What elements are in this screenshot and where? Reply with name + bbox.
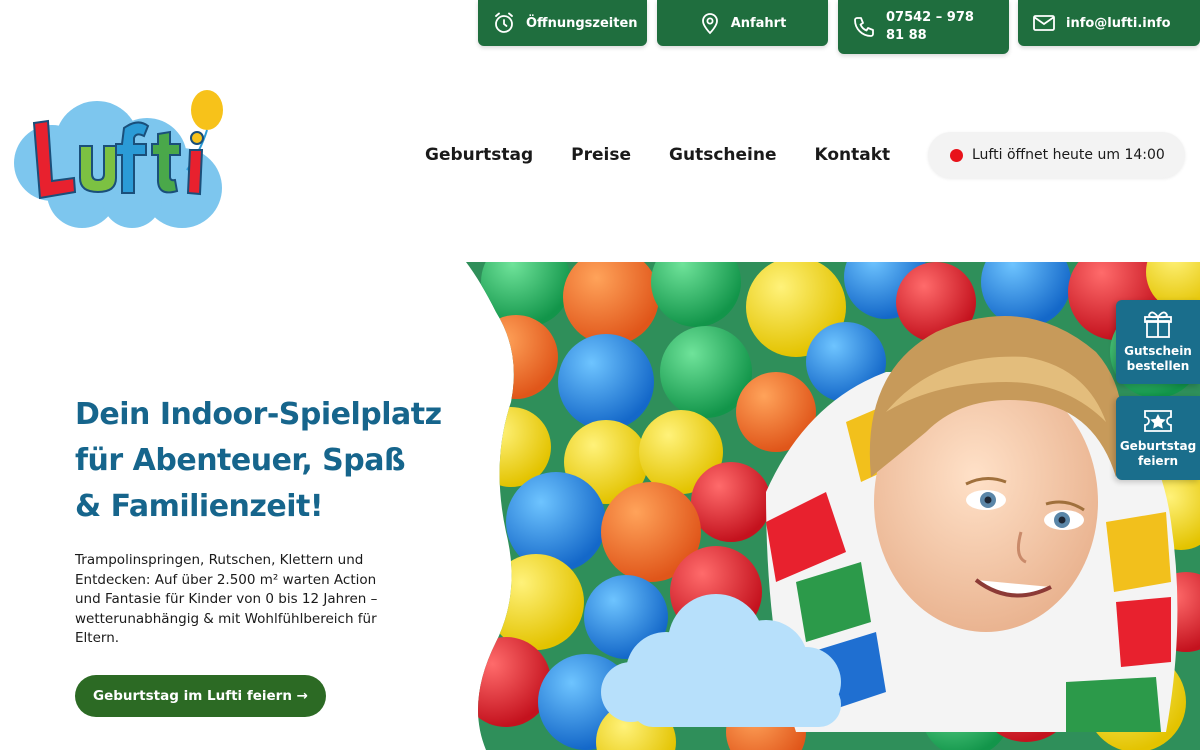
hero-headline-line-1: Dein Indoor-Spielplatz <box>75 397 442 432</box>
ticket-star-icon <box>1144 410 1172 432</box>
opening-hours-button[interactable]: Öffnungszeiten <box>478 0 647 46</box>
directions-label: Anfahrt <box>730 15 787 31</box>
phone-button[interactable]: 07542 – 978 81 88 <box>838 0 1009 54</box>
lufti-logo[interactable] <box>12 88 227 233</box>
main-navigation: Geburtstag Preise Gutscheine Kontakt <box>425 145 890 165</box>
directions-button[interactable]: Anfahrt <box>657 0 828 46</box>
order-voucher-tab[interactable]: Gutschein bestellen <box>1116 300 1200 384</box>
opening-hours-label: Öffnungszeiten <box>526 15 638 31</box>
gift-icon <box>1144 311 1172 338</box>
top-contact-bar: Öffnungszeiten Anfahrt 07542 – 978 81 88… <box>0 0 1200 60</box>
status-indicator-dot <box>950 148 963 162</box>
opening-status-badge[interactable]: Lufti öffnet heute um 14:00 <box>928 132 1185 178</box>
phone-icon <box>854 17 874 37</box>
nav-item-preise[interactable]: Preise <box>571 145 631 165</box>
envelope-icon <box>1033 15 1055 31</box>
hero-image <box>466 262 1200 750</box>
nav-item-kontakt[interactable]: Kontakt <box>815 145 891 165</box>
alarm-clock-icon <box>495 12 513 33</box>
celebrate-birthday-tab[interactable]: Geburtstag feiern <box>1116 396 1200 480</box>
location-pin-icon <box>701 13 718 35</box>
logo-graphic <box>14 90 223 228</box>
phone-label: 07542 – 978 81 88 <box>886 10 974 43</box>
hero-headline-line-3: & Familienzeit! <box>75 489 324 524</box>
ball-pit-child-photo <box>466 262 1200 750</box>
nav-item-gutscheine[interactable]: Gutscheine <box>669 145 776 165</box>
celebrate-birthday-label: Geburtstag feiern <box>1119 439 1197 468</box>
order-voucher-label: Gutschein bestellen <box>1124 344 1192 373</box>
email-button[interactable]: info@lufti.info <box>1018 0 1200 46</box>
email-label: info@lufti.info <box>1066 15 1171 31</box>
hero-headline-line-2: für Abenteuer, Spaß <box>75 443 406 478</box>
hero-description: Trampolinspringen, Rutschen, Klettern un… <box>75 552 378 646</box>
opening-status-text: Lufti öffnet heute um 14:00 <box>972 147 1165 163</box>
hero-headline: Dein Indoor-Spielplatz für Abenteuer, Sp… <box>75 392 495 530</box>
birthday-cta-button[interactable]: Geburtstag im Lufti feiern → <box>75 675 326 717</box>
nav-item-geburtstag[interactable]: Geburtstag <box>425 145 533 165</box>
